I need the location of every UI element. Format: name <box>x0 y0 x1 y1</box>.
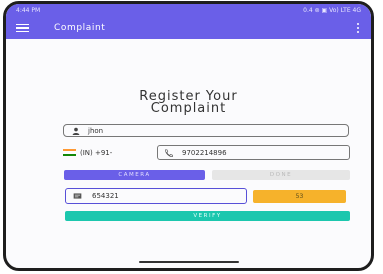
status-icons: 0.4 ⊚ ▣ Vo) LTE 4G <box>303 7 361 14</box>
india-flag-icon <box>63 149 76 156</box>
home-indicator[interactable] <box>139 261 239 263</box>
menu-icon[interactable] <box>16 24 29 32</box>
page-heading: Register Your Complaint <box>6 90 371 116</box>
done-button[interactable]: DONE <box>212 170 350 180</box>
device-screen: 4:44 PM 0.4 ⊚ ▣ Vo) LTE 4G Complaint Reg… <box>0 0 383 274</box>
more-vert-icon[interactable] <box>357 23 359 33</box>
otp-icon <box>73 193 82 199</box>
name-value: jhon <box>88 126 104 135</box>
app-bar: Complaint <box>6 17 371 39</box>
phone-row: (IN) +91- 9702214896 <box>63 145 350 160</box>
person-icon <box>72 127 80 135</box>
heading-line-2: Complaint <box>150 101 227 116</box>
status-bar: 4:44 PM 0.4 ⊚ ▣ Vo) LTE 4G <box>6 4 371 17</box>
resend-timer-button[interactable]: 53 <box>253 190 346 203</box>
phone-input[interactable]: 9702214896 <box>157 145 350 160</box>
country-code[interactable]: (IN) +91- <box>80 149 112 157</box>
phone-value: 9702214896 <box>182 148 227 157</box>
phone-frame: 4:44 PM 0.4 ⊚ ▣ Vo) LTE 4G Complaint Reg… <box>3 1 374 271</box>
app-title: Complaint <box>54 23 106 33</box>
name-field[interactable]: jhon <box>63 124 349 137</box>
otp-field[interactable]: 654321 <box>65 188 247 204</box>
verify-button[interactable]: VERIFY <box>65 211 350 221</box>
status-time: 4:44 PM <box>16 7 41 14</box>
camera-button[interactable]: CAMERA <box>64 170 205 180</box>
otp-value: 654321 <box>92 192 119 200</box>
phone-icon <box>165 148 173 157</box>
